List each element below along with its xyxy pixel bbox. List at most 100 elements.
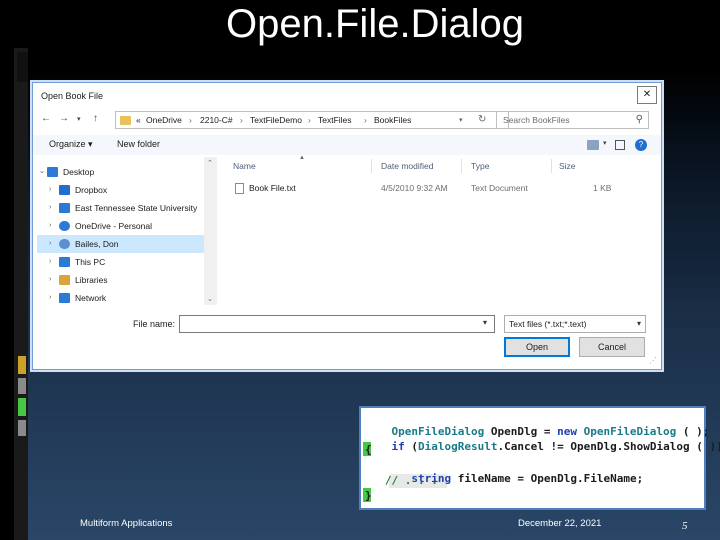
scroll-down-icon[interactable]: ⌄ <box>207 295 213 303</box>
view-options-icon[interactable] <box>587 140 599 150</box>
breadcrumb-item[interactable]: OneDrive <box>146 115 182 125</box>
nav-item-etsu[interactable]: › East Tennessee State University <box>37 199 207 217</box>
code-token: ( <box>696 440 703 453</box>
code-token: )) <box>709 440 720 453</box>
folder-icon <box>120 116 131 125</box>
preview-pane-icon[interactable] <box>615 140 625 150</box>
filename-label: File name: <box>133 319 176 329</box>
chevron-right-icon[interactable]: › <box>49 199 51 217</box>
forward-arrow-icon[interactable]: → <box>59 113 69 124</box>
chevron-right-icon[interactable]: › <box>49 217 51 235</box>
code-token: fileName <box>457 472 511 485</box>
breadcrumb-item[interactable]: TextFiles <box>318 115 352 125</box>
code-token: Cancel <box>504 440 544 453</box>
column-header-type[interactable]: Type <box>471 161 489 171</box>
code-token: DialogResult <box>418 440 498 453</box>
nav-scrollbar[interactable]: ⌃ ⌄ <box>204 157 217 305</box>
nav-item-label: Libraries <box>75 275 108 285</box>
recent-chevron-icon[interactable]: ▾ <box>77 115 81 123</box>
left-accent-gold <box>18 356 26 374</box>
column-header-size[interactable]: Size <box>559 161 576 171</box>
dialog-titlebar: Open Book File ✕ <box>33 83 661 107</box>
search-icon: ⚲ <box>635 114 643 125</box>
left-decor-bar <box>14 48 28 540</box>
file-type-filter[interactable]: Text files (*.txt;*.text) ▾ <box>504 315 646 333</box>
nav-item-libraries[interactable]: › Libraries <box>37 271 207 289</box>
chevron-right-icon[interactable]: › <box>49 235 51 253</box>
breadcrumb-item[interactable]: BookFiles <box>374 115 411 125</box>
nav-item-dropbox[interactable]: › Dropbox <box>37 181 207 199</box>
help-icon[interactable]: ? <box>635 139 647 151</box>
chevron-down-icon: ▾ <box>636 319 641 328</box>
column-divider[interactable] <box>371 159 372 173</box>
open-file-dialog: Open Book File ✕ ← → ▾ ↑ « OneDrive › 22… <box>32 82 662 370</box>
chevron-right-icon[interactable]: › <box>49 289 51 307</box>
file-size: 1 KB <box>593 183 612 193</box>
slide-title: Open.File.Dialog <box>226 2 524 46</box>
breadcrumb-item[interactable]: 2210-C# <box>200 115 233 125</box>
file-list: Name ▲ Date modified Type Size Book File… <box>223 155 659 305</box>
left-accent-gray-2 <box>18 420 26 436</box>
nav-item-onedrive[interactable]: › OneDrive - Personal <box>37 217 207 235</box>
address-row: ← → ▾ ↑ « OneDrive › 2210-C# › TextFileD… <box>33 109 661 131</box>
chevron-down-icon[interactable]: ▾ <box>483 318 487 327</box>
footer-title: Multiform Applications <box>80 518 173 529</box>
chevron-right-icon: › <box>189 115 192 125</box>
search-input[interactable]: Search BookFiles ⚲ <box>496 111 649 129</box>
breadcrumb-overflow[interactable]: « <box>136 115 141 125</box>
resize-grip-icon[interactable]: ⋰ <box>649 356 657 365</box>
dropbox-icon <box>59 185 70 195</box>
filename-input[interactable] <box>179 315 495 333</box>
column-divider[interactable] <box>551 159 552 173</box>
chevron-right-icon: › <box>364 115 367 125</box>
filter-value: Text files (*.txt;*.text) <box>509 319 587 329</box>
nav-item-this-pc[interactable]: › This PC <box>37 253 207 271</box>
nav-item-label: This PC <box>75 257 106 267</box>
file-name: Book File.txt <box>249 183 296 193</box>
back-arrow-icon[interactable]: ← <box>41 113 51 124</box>
left-accent-green <box>18 398 26 416</box>
organize-menu[interactable]: Organize ▾ <box>49 139 93 150</box>
file-row[interactable]: Book File.txt 4/5/2010 9:32 AM Text Docu… <box>223 179 659 197</box>
code-token: ; <box>636 472 644 485</box>
chevron-right-icon[interactable]: › <box>49 253 51 271</box>
nav-item-label: Bailes, Don <box>75 239 119 249</box>
new-folder-button[interactable]: New folder <box>117 139 160 149</box>
address-bar[interactable]: « OneDrive › 2210-C# › TextFileDemo › Te… <box>115 111 509 129</box>
chevron-down-icon[interactable]: ▾ <box>459 116 463 124</box>
dialog-toolbar: Organize ▾ New folder ▾ ? <box>33 135 661 155</box>
chevron-right-icon[interactable]: › <box>49 271 51 289</box>
nav-item-user[interactable]: › Bailes, Don <box>37 235 205 253</box>
code-line: } <box>365 489 372 502</box>
chevron-right-icon[interactable]: › <box>49 181 51 199</box>
cancel-button[interactable]: Cancel <box>579 337 645 357</box>
nav-item-label: Desktop <box>63 167 95 177</box>
chevron-right-icon: › <box>240 115 243 125</box>
code-token: . <box>576 472 584 485</box>
scroll-up-icon[interactable]: ⌃ <box>207 159 213 167</box>
code-token: OpenDlg <box>530 472 577 485</box>
close-button[interactable]: ✕ <box>637 86 657 104</box>
sort-arrow-icon: ▲ <box>299 155 305 161</box>
code-token: FileName <box>583 472 637 485</box>
page-number: 5 <box>682 520 688 532</box>
open-button[interactable]: Open <box>504 337 570 357</box>
breadcrumb-item[interactable]: TextFileDemo <box>250 115 302 125</box>
column-header-name[interactable]: Name <box>233 161 256 171</box>
code-token: = <box>517 472 524 485</box>
column-header-date[interactable]: Date modified <box>381 161 433 171</box>
up-arrow-icon[interactable]: ↑ <box>93 113 98 124</box>
nav-item-network[interactable]: › Network <box>37 289 207 305</box>
dialog-title: Open Book File <box>41 91 104 101</box>
text-file-icon <box>235 183 244 194</box>
refresh-icon[interactable]: ↻ <box>478 114 486 125</box>
footer-date: December 22, 2021 <box>518 518 602 529</box>
column-divider[interactable] <box>461 159 462 173</box>
chevron-down-icon[interactable]: ⌄ <box>39 163 45 181</box>
chevron-down-icon[interactable]: ▾ <box>603 139 607 147</box>
nav-item-desktop[interactable]: ⌄ Desktop <box>37 163 207 181</box>
code-token: if <box>391 440 405 453</box>
cloud-icon <box>59 221 70 231</box>
nav-item-label: Network <box>75 293 107 303</box>
